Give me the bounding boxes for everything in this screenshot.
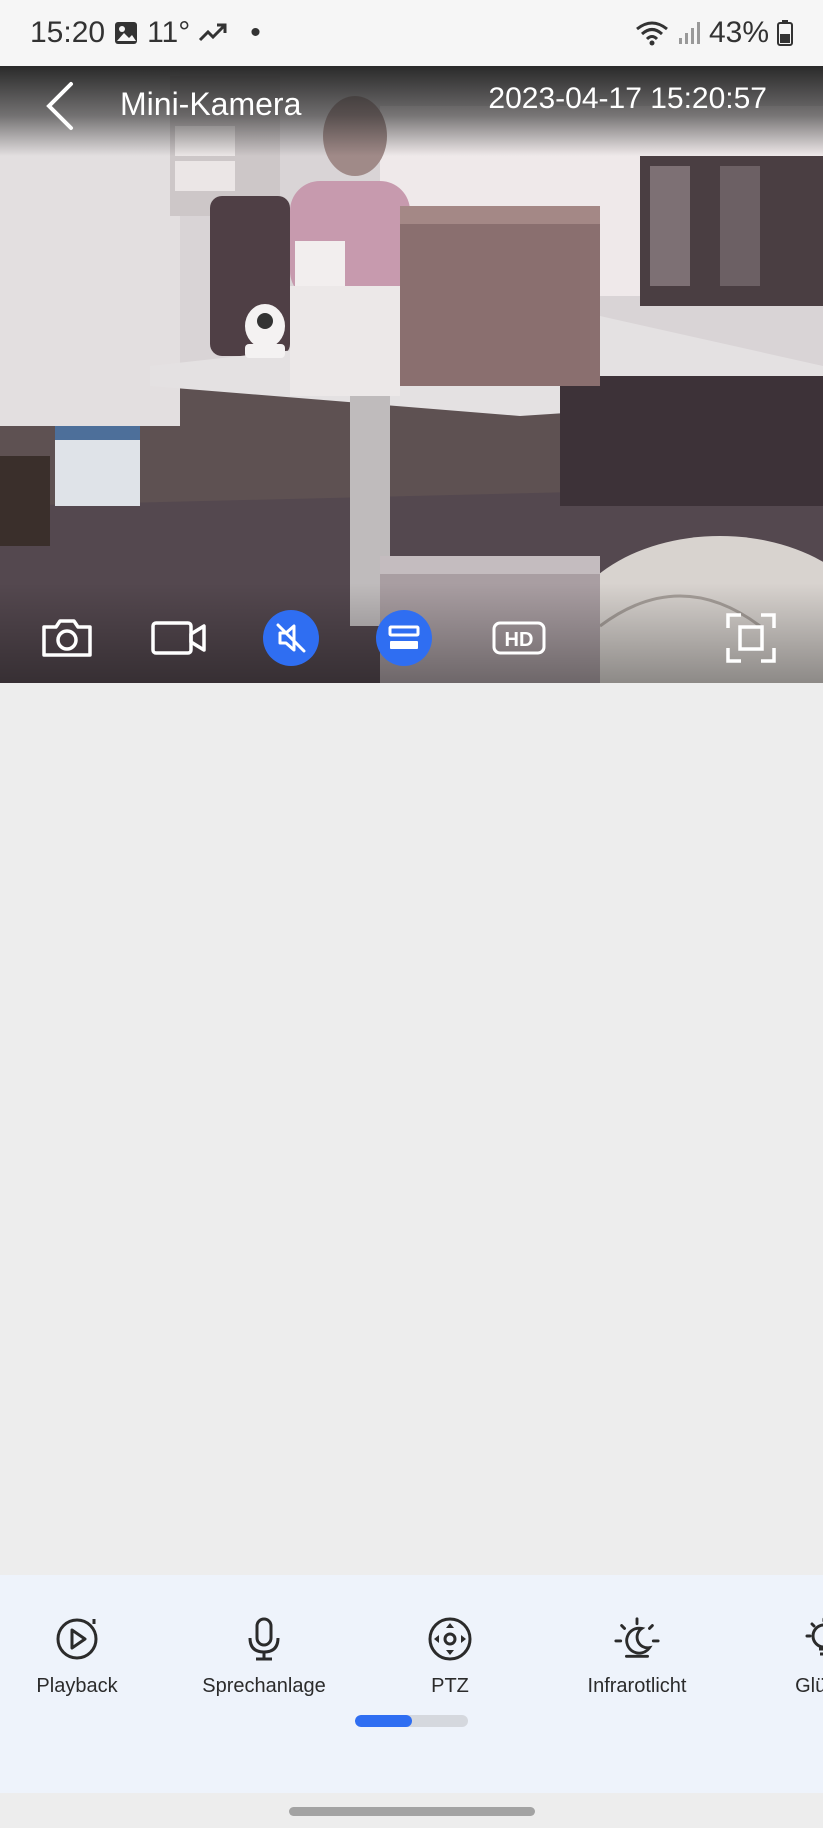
camera-live-view[interactable]: Mini-Kamera 2023-04-17 15:20:57 HD [0, 66, 823, 683]
image-icon [113, 20, 139, 46]
mute-button[interactable] [263, 610, 319, 666]
feature-bar: Playback Sprechanlage PTZ Infrarotlicht … [0, 1575, 823, 1793]
flip-button[interactable] [376, 610, 432, 666]
night-light-icon [613, 1615, 661, 1663]
video-icon [151, 621, 206, 655]
hd-icon: HD [492, 621, 546, 655]
page-indicator-fill [355, 1715, 412, 1727]
status-temperature: 11° [147, 16, 191, 49]
camera-timestamp: 2023-04-17 15:20:57 [488, 82, 767, 115]
feature-label: Infrarotlicht [587, 1675, 687, 1697]
ptz-icon [426, 1615, 474, 1663]
record-button[interactable] [150, 609, 208, 667]
svg-text:HD: HD [505, 629, 534, 651]
feature-ptz[interactable]: PTZ [360, 1615, 540, 1698]
feature-intercom[interactable]: Sprechanlage [174, 1615, 354, 1698]
page-indicator [355, 1715, 468, 1727]
feature-infrared[interactable]: Infrarotlicht [547, 1615, 727, 1698]
fullscreen-icon [726, 613, 776, 663]
feature-playback[interactable]: Playback [0, 1615, 167, 1698]
feature-label: Playback [36, 1675, 118, 1697]
back-button[interactable] [38, 78, 82, 134]
signal-icon [677, 20, 701, 46]
feature-label: PTZ [431, 1675, 469, 1697]
status-battery-text: 43% [708, 16, 769, 49]
feature-bulb[interactable]: Glühla [734, 1615, 823, 1698]
status-time: 15:20 [30, 16, 106, 49]
status-bar: 15:20 11° • 43% [0, 0, 823, 66]
feature-label: Sprechanlage [202, 1675, 326, 1697]
chevron-left-icon [46, 82, 73, 130]
microphone-icon [240, 1615, 288, 1663]
camera-title: Mini-Kamera [120, 86, 302, 122]
playback-icon [53, 1615, 101, 1663]
speaker-muted-icon [276, 623, 306, 653]
wifi-icon [635, 19, 669, 47]
bulb-icon [800, 1615, 823, 1663]
trending-icon [198, 20, 228, 46]
fullscreen-button[interactable] [722, 609, 780, 667]
status-dot: • [250, 16, 261, 49]
camera-icon [42, 619, 92, 657]
feature-label: Glühla [795, 1675, 823, 1697]
screenshot-button[interactable] [38, 609, 96, 667]
battery-icon [777, 19, 793, 47]
home-indicator[interactable] [289, 1807, 535, 1816]
camera-toolbar: HD [0, 583, 823, 683]
flip-icon [388, 625, 420, 649]
hd-quality-button[interactable]: HD [490, 609, 548, 667]
